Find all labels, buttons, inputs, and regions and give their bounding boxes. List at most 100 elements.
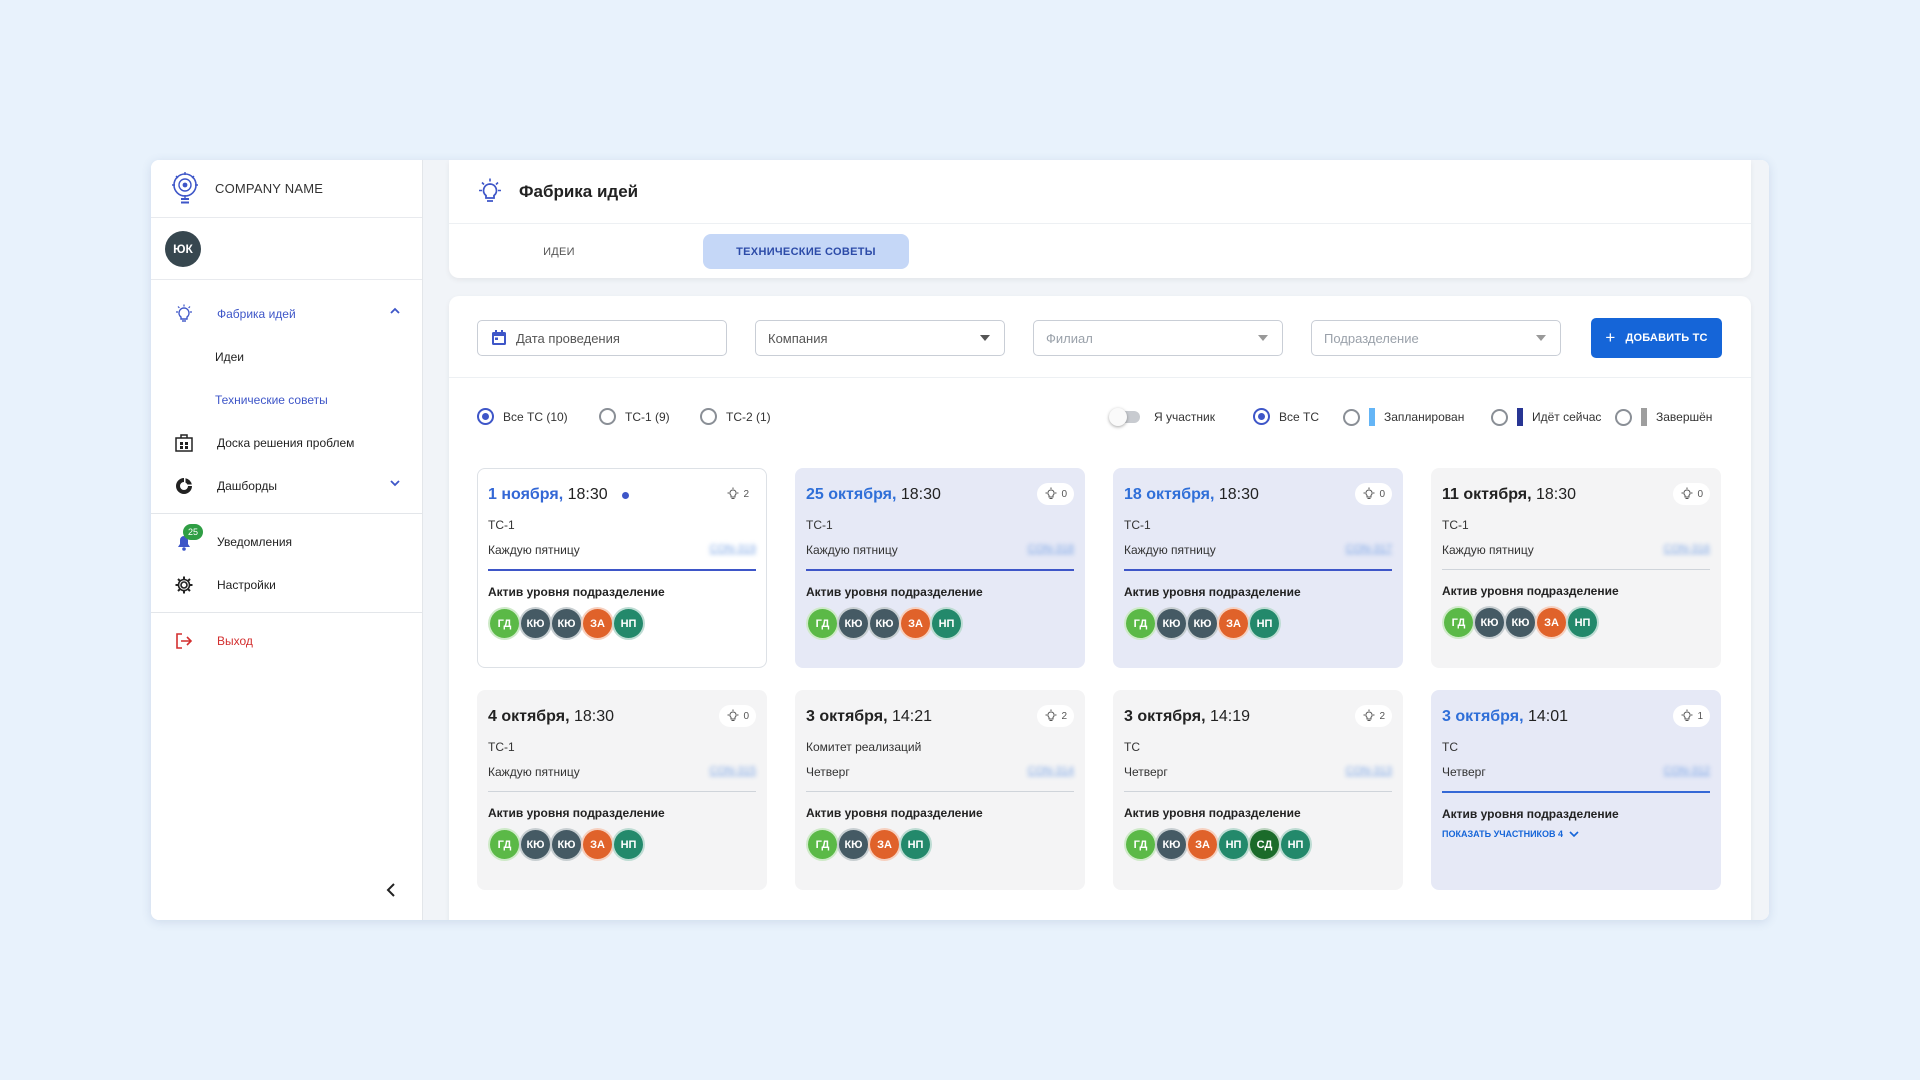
participant-avatar[interactable]: ЗА <box>581 607 614 640</box>
tc-card[interactable]: 25 октября, 18:30 0 ТС-1 Каждую пятницу C… <box>795 468 1085 668</box>
participant-toggle[interactable]: Я участник <box>1109 408 1215 426</box>
participant-avatar[interactable]: КЮ <box>519 607 552 640</box>
card-header: 11 октября, 18:30 0 <box>1442 469 1710 517</box>
participant-avatar[interactable]: ГД <box>1124 607 1157 640</box>
department-select[interactable]: Подразделение <box>1311 320 1561 356</box>
participant-avatar[interactable]: ГД <box>488 828 521 861</box>
chart-icon <box>173 475 195 497</box>
participant-avatar[interactable]: НП <box>612 607 645 640</box>
title-row: Фабрика идей <box>449 160 1751 224</box>
participant-avatar[interactable]: ГД <box>488 607 521 640</box>
radio-status-planned[interactable]: Запланирован <box>1343 408 1464 426</box>
card-active-label: Актив уровня подразделение <box>806 585 983 599</box>
lightbulb-icon <box>1681 487 1693 499</box>
participant-avatar[interactable]: КЮ <box>1155 607 1188 640</box>
card-link[interactable]: CON-319 <box>710 543 756 555</box>
participant-avatar[interactable]: ЗА <box>581 828 614 861</box>
card-link[interactable]: CON-318 <box>1028 543 1074 555</box>
show-participants-button[interactable]: ПОКАЗАТЬ УЧАСТНИКОВ 4 <box>1442 829 1710 839</box>
sidebar-item-settings[interactable]: Настройки <box>151 563 422 606</box>
sidebar-subitem-ideas[interactable]: Идеи <box>151 335 422 378</box>
card-active-label: Актив уровня подразделение <box>1442 807 1619 821</box>
tc-card[interactable]: 3 октября, 14:21 2 Комитет реализаций Че… <box>795 690 1085 890</box>
participant-avatar[interactable]: ЗА <box>1186 828 1219 861</box>
participant-avatar[interactable]: ГД <box>806 607 839 640</box>
participants: ГД КЮ КЮ ЗА НП <box>806 607 1074 640</box>
card-link[interactable]: CON-312 <box>1664 765 1710 777</box>
participant-avatar[interactable]: НП <box>612 828 645 861</box>
radio-status-all[interactable]: Все ТС <box>1253 408 1319 425</box>
participant-avatar[interactable]: КЮ <box>1504 606 1537 639</box>
sidebar-item-logout[interactable]: Выход <box>151 619 422 662</box>
tab-tech-councils[interactable]: ТЕХНИЧЕСКИЕ СОВЕТЫ <box>703 234 909 269</box>
collapse-sidebar-button[interactable] <box>379 878 403 902</box>
participants: ГД КЮ КЮ ЗА НП <box>488 828 756 861</box>
participant-avatar[interactable]: КЮ <box>550 607 583 640</box>
participant-avatar[interactable]: НП <box>1566 606 1599 639</box>
participant-avatar[interactable]: КЮ <box>550 828 583 861</box>
card-link[interactable]: CON-316 <box>1664 543 1710 555</box>
participant-avatar[interactable]: СД <box>1248 828 1281 861</box>
card-link[interactable]: CON-317 <box>1346 543 1392 555</box>
radio-label: Запланирован <box>1384 410 1465 424</box>
card-link[interactable]: CON-315 <box>710 765 756 777</box>
sidebar-item-label: Уведомления <box>217 534 293 549</box>
participant-avatar[interactable]: ЗА <box>868 828 901 861</box>
radio-label: ТС-2 (1) <box>726 409 771 424</box>
card-link[interactable]: CON-314 <box>1028 765 1074 777</box>
sidebar-item-label: Дашборды <box>217 478 277 493</box>
chevron-up-icon[interactable] <box>388 304 402 321</box>
participant-avatar[interactable]: ЗА <box>1535 606 1568 639</box>
sidebar-item-problem-board[interactable]: Доска решения проблем <box>151 421 422 464</box>
tc-card[interactable]: 18 октября, 18:30 0 ТС-1 Каждую пятницу C… <box>1113 468 1403 668</box>
participant-avatar[interactable]: КЮ <box>868 607 901 640</box>
participant-avatar[interactable]: ГД <box>806 828 839 861</box>
branch-select[interactable]: Филиал <box>1033 320 1283 356</box>
participant-avatar[interactable]: ЗА <box>1217 607 1250 640</box>
participant-avatar[interactable]: НП <box>1217 828 1250 861</box>
radio-status-finished[interactable]: Завершён <box>1615 408 1712 426</box>
radio-dot <box>477 408 494 425</box>
participant-avatar[interactable]: НП <box>899 828 932 861</box>
tc-card[interactable]: 11 октября, 18:30 0 ТС-1 Каждую пятницу C… <box>1431 468 1721 668</box>
card-active-label: Актив уровня подразделение <box>488 585 665 599</box>
card-date-day: 3 октября, <box>1442 708 1524 725</box>
radio-tc1[interactable]: ТС-1 (9) <box>599 408 670 425</box>
sidebar-item-idea-factory[interactable]: Фабрика идей <box>151 292 422 335</box>
tc-card[interactable]: 3 октября, 14:19 2 ТС Четверг CON-313 Акт… <box>1113 690 1403 890</box>
participants: ГД КЮ ЗА НП СД НП <box>1124 828 1392 861</box>
participant-avatar[interactable]: КЮ <box>837 828 870 861</box>
participant-avatar[interactable]: НП <box>1279 828 1312 861</box>
participant-avatar[interactable]: ЗА <box>899 607 932 640</box>
tc-card[interactable]: 3 октября, 14:01 1 ТС Четверг CON-312 Акт… <box>1431 690 1721 890</box>
participant-avatar[interactable]: КЮ <box>1473 606 1506 639</box>
page-header: Фабрика идей ИДЕИ ТЕХНИЧЕСКИЕ СОВЕТЫ <box>449 160 1751 278</box>
card-date-day: 18 октября, <box>1124 486 1215 503</box>
chevron-down-icon[interactable] <box>388 476 402 493</box>
user-avatar[interactable]: ЮК <box>165 230 201 267</box>
participant-avatar[interactable]: НП <box>1248 607 1281 640</box>
participant-avatar[interactable]: КЮ <box>1186 607 1219 640</box>
add-tc-button[interactable]: + ДОБАВИТЬ ТС <box>1591 318 1722 358</box>
sidebar-item-dashboards[interactable]: Дашборды <box>151 464 422 507</box>
sidebar-subitem-tech-councils[interactable]: Технические советы <box>151 378 422 421</box>
participant-avatar[interactable]: КЮ <box>519 828 552 861</box>
participant-avatar[interactable]: КЮ <box>1155 828 1188 861</box>
date-field[interactable]: Дата проведения <box>477 320 727 356</box>
company-select[interactable]: Компания <box>755 320 1005 356</box>
participant-avatar[interactable]: ГД <box>1124 828 1157 861</box>
card-date-day: 3 октября, <box>806 708 888 725</box>
radio-all-tc[interactable]: Все ТС (10) <box>477 408 568 425</box>
tab-ideas[interactable]: ИДЕИ <box>459 234 659 269</box>
sidebar-item-notifications[interactable]: 25 Уведомления <box>151 520 422 563</box>
gear-icon <box>173 574 195 596</box>
participant-avatar[interactable]: НП <box>930 607 963 640</box>
sidebar-item-label: Фабрика идей <box>217 306 296 321</box>
radio-tc2[interactable]: ТС-2 (1) <box>700 408 771 425</box>
card-link[interactable]: CON-313 <box>1346 765 1392 777</box>
tc-card[interactable]: 4 октября, 18:30 0 ТС-1 Каждую пятницу CO… <box>477 690 767 890</box>
participant-avatar[interactable]: КЮ <box>837 607 870 640</box>
radio-status-ongoing[interactable]: Идёт сейчас <box>1491 408 1601 426</box>
participant-avatar[interactable]: ГД <box>1442 606 1475 639</box>
tc-card[interactable]: 1 ноября, 18:30 2 ТС-1 Каждую пятницу CON… <box>477 468 767 668</box>
